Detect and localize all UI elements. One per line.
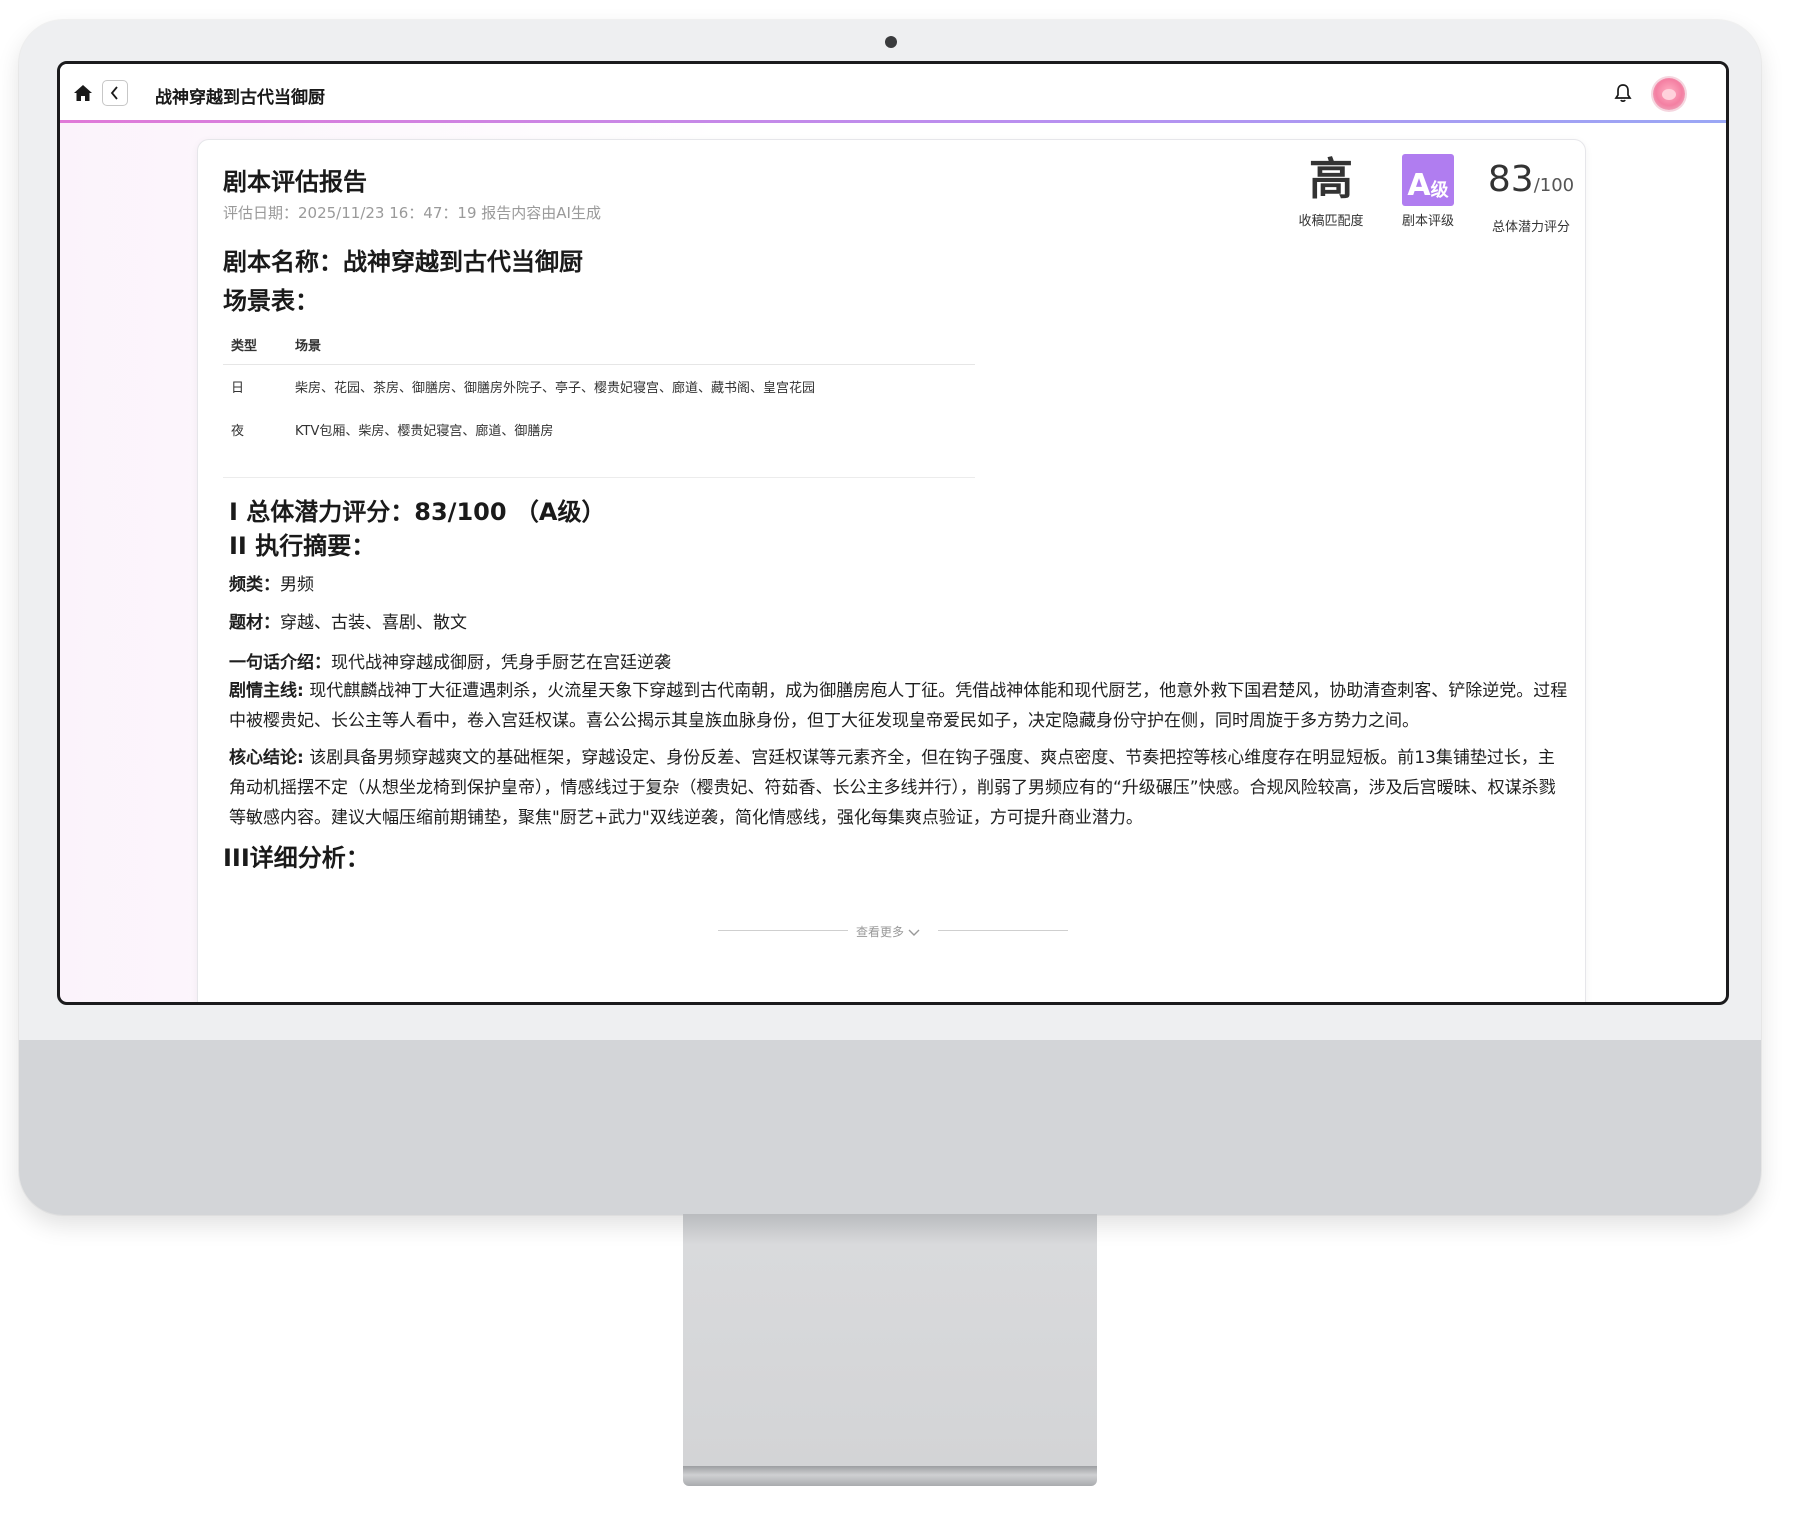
score-number: 83/100 bbox=[1481, 152, 1581, 214]
table-cell-type: 日 bbox=[231, 381, 245, 396]
report-title: 剧本评估报告 bbox=[223, 168, 367, 196]
see-more-rule-left bbox=[718, 930, 848, 931]
back-button[interactable] bbox=[102, 80, 128, 106]
topbar-accent-line bbox=[60, 120, 1726, 123]
monitor-stand-foot bbox=[683, 1466, 1097, 1486]
chevron-left-icon bbox=[110, 86, 118, 100]
report-meta: 评估日期：2025/11/23 16：47：19 报告内容由AI生成 bbox=[223, 204, 601, 222]
see-more-rule-right bbox=[938, 930, 1068, 931]
section-summary: II 执行摘要： bbox=[229, 532, 376, 560]
table-cell-type: 夜 bbox=[231, 424, 245, 439]
see-more-row: 查看更多 bbox=[718, 921, 1068, 941]
score-value: 83 bbox=[1487, 159, 1534, 200]
logline-label: 一句话介绍： bbox=[229, 653, 331, 673]
genre-label: 频类： bbox=[229, 575, 280, 595]
genre-line: 频类：男频 bbox=[229, 570, 314, 595]
theme-value: 穿越、古装、喜剧、散文 bbox=[280, 613, 467, 633]
notification-button[interactable] bbox=[1610, 80, 1636, 106]
script-name-heading: 剧本名称：战神穿越到古代当御厨 bbox=[223, 248, 583, 276]
app-screen: 战神穿越到古代当御厨 剧本评估报告 评估日期：2025/11/23 16：47：… bbox=[57, 61, 1729, 1005]
theme-line: 题材：穿越、古装、喜剧、散文 bbox=[229, 608, 467, 633]
logline-value: 现代战神穿越成御厨，凭身手厨艺在宫廷逆袭 bbox=[331, 653, 671, 673]
monitor-stand bbox=[683, 1214, 1097, 1466]
top-bar: 战神穿越到古代当御厨 bbox=[60, 64, 1726, 120]
home-button[interactable] bbox=[70, 80, 96, 106]
home-icon bbox=[74, 85, 92, 101]
scene-table-heading: 场景表： bbox=[223, 287, 319, 315]
grade-stat: A级 剧本评级 bbox=[1391, 152, 1465, 229]
table-cell-scenes: KTV包厢、柴房、樱贵妃寝宫、廊道、御膳房 bbox=[295, 424, 554, 439]
plot-paragraph: 剧情主线: 现代麒麟战神丁大征遭遇刺杀，火流星天象下穿越到古代南朝，成为御膳房庖… bbox=[229, 676, 1569, 736]
avatar-face bbox=[1662, 89, 1676, 100]
section-overall-score: I 总体潜力评分：83/100 （A级） bbox=[229, 498, 606, 526]
conclusion-label: 核心结论: bbox=[229, 748, 304, 768]
section-divider bbox=[223, 477, 975, 478]
scene-table-header: 类型 场景 bbox=[223, 325, 975, 365]
column-header-type: 类型 bbox=[223, 325, 287, 365]
grade-badge: A级 bbox=[1402, 154, 1454, 206]
chevron-down-icon bbox=[908, 929, 920, 936]
page-title: 战神穿越到古代当御厨 bbox=[155, 88, 325, 107]
theme-label: 题材： bbox=[229, 613, 280, 633]
bell-icon bbox=[1614, 84, 1632, 102]
conclusion-paragraph: 核心结论: 该剧具备男频穿越爽文的基础框架，穿越设定、身份反差、宫廷权谋等元素齐… bbox=[229, 743, 1569, 833]
grade-suffix: 级 bbox=[1430, 180, 1449, 201]
report-card: 剧本评估报告 评估日期：2025/11/23 16：47：19 报告内容由AI生… bbox=[197, 139, 1586, 1002]
camera-dot bbox=[885, 36, 897, 48]
table-row: 夜 KTV包厢、柴房、樱贵妃寝宫、廊道、御膳房 bbox=[223, 408, 975, 451]
conclusion-value: 该剧具备男频穿越爽文的基础框架，穿越设定、身份反差、宫廷权谋等元素齐全，但在钩子… bbox=[229, 748, 1556, 828]
column-header-scene: 场景 bbox=[287, 325, 975, 365]
section-detail-analysis: III详细分析： bbox=[223, 844, 370, 872]
genre-value: 男频 bbox=[280, 575, 314, 595]
see-more-label: 查看更多 bbox=[856, 925, 905, 939]
match-stat: 高 收稿匹配度 bbox=[1291, 152, 1371, 229]
score-label: 总体潜力评分 bbox=[1491, 220, 1570, 235]
monitor-chin bbox=[19, 1040, 1761, 1215]
scene-table: 类型 场景 日 柴房、花园、茶房、御膳房、御膳房外院子、亭子、樱贵妃寝宫、廊道、… bbox=[223, 325, 975, 451]
desktop-frame: 战神穿越到古代当御厨 剧本评估报告 评估日期：2025/11/23 16：47：… bbox=[0, 0, 1800, 1526]
see-more-button[interactable]: 查看更多 bbox=[856, 923, 920, 940]
match-label: 收稿匹配度 bbox=[1298, 214, 1364, 229]
plot-value: 现代麒麟战神丁大征遭遇刺杀，火流星天象下穿越到古代南朝，成为御膳房庖人丁征。凭借… bbox=[229, 681, 1568, 731]
table-row: 日 柴房、花园、茶房、御膳房、御膳房外院子、亭子、樱贵妃寝宫、廊道、藏书阁、皇宫… bbox=[223, 365, 975, 409]
grade-letter: A bbox=[1407, 168, 1431, 203]
plot-label: 剧情主线: bbox=[229, 681, 304, 701]
logline-line: 一句话介绍：现代战神穿越成御厨，凭身手厨艺在宫廷逆袭 bbox=[229, 648, 671, 673]
score-denominator: /100 bbox=[1533, 175, 1575, 196]
score-stat: 83/100 总体潜力评分 bbox=[1481, 152, 1581, 235]
user-avatar[interactable] bbox=[1653, 78, 1685, 110]
table-cell-scenes: 柴房、花园、茶房、御膳房、御膳房外院子、亭子、樱贵妃寝宫、廊道、藏书阁、皇宫花园 bbox=[295, 381, 816, 396]
grade-label: 剧本评级 bbox=[1401, 214, 1454, 229]
match-value: 高 bbox=[1309, 154, 1353, 205]
